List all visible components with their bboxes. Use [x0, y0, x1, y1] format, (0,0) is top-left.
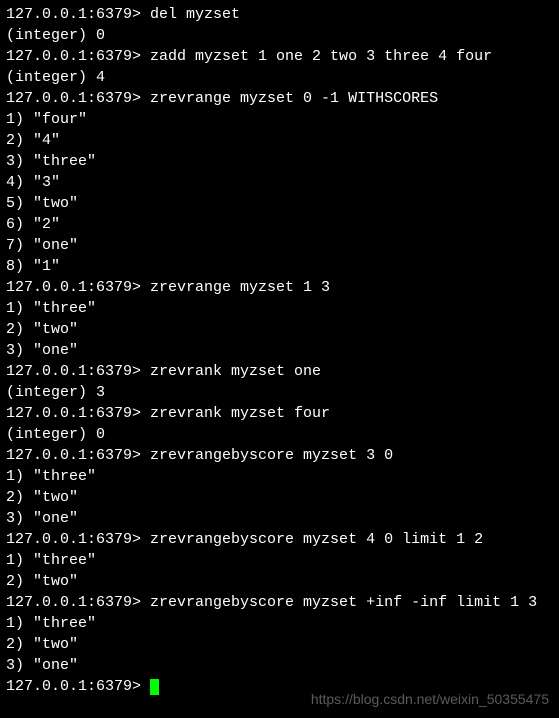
- command-text: del myzset: [150, 6, 240, 23]
- prompt: 127.0.0.1:6379>: [6, 447, 150, 464]
- output-line: (integer) 4: [6, 67, 553, 88]
- command-text: zadd myzset 1 one 2 two 3 three 4 four: [150, 48, 492, 65]
- output-line: 2) "two": [6, 487, 553, 508]
- command-text: zrevrange myzset 0 -1 WITHSCORES: [150, 90, 438, 107]
- output-line: 2) "4": [6, 130, 553, 151]
- active-prompt-line[interactable]: 127.0.0.1:6379>: [6, 676, 553, 697]
- command-text: zrevrank myzset four: [150, 405, 330, 422]
- output-line: 8) "1": [6, 256, 553, 277]
- output-line: 4) "3": [6, 172, 553, 193]
- output-line: 6) "2": [6, 214, 553, 235]
- prompt: 127.0.0.1:6379>: [6, 90, 150, 107]
- output-line: 1) "three": [6, 613, 553, 634]
- command-line: 127.0.0.1:6379> zrevrangebyscore myzset …: [6, 529, 553, 550]
- output-line: (integer) 3: [6, 382, 553, 403]
- output-line: 1) "four": [6, 109, 553, 130]
- command-text: zrevrangebyscore myzset 4 0 limit 1 2: [150, 531, 483, 548]
- command-line: 127.0.0.1:6379> del myzset: [6, 4, 553, 25]
- command-line: 127.0.0.1:6379> zrevrangebyscore myzset …: [6, 445, 553, 466]
- output-line: 2) "two": [6, 634, 553, 655]
- command-line: 127.0.0.1:6379> zrevrangebyscore myzset …: [6, 592, 553, 613]
- output-line: 3) "three": [6, 151, 553, 172]
- prompt: 127.0.0.1:6379>: [6, 363, 150, 380]
- terminal-output[interactable]: 127.0.0.1:6379> del myzset(integer) 0127…: [6, 4, 553, 697]
- command-text: zrevrangebyscore myzset +inf -inf limit …: [150, 594, 537, 611]
- prompt: 127.0.0.1:6379>: [6, 678, 150, 695]
- command-text: zrevrange myzset 1 3: [150, 279, 330, 296]
- output-line: 1) "three": [6, 550, 553, 571]
- command-line: 127.0.0.1:6379> zrevrange myzset 0 -1 WI…: [6, 88, 553, 109]
- output-line: (integer) 0: [6, 424, 553, 445]
- cursor: [150, 679, 159, 695]
- command-text: zrevrank myzset one: [150, 363, 321, 380]
- output-line: 2) "two": [6, 571, 553, 592]
- prompt: 127.0.0.1:6379>: [6, 279, 150, 296]
- command-line: 127.0.0.1:6379> zrevrank myzset one: [6, 361, 553, 382]
- output-line: 1) "three": [6, 298, 553, 319]
- output-line: 3) "one": [6, 508, 553, 529]
- command-line: 127.0.0.1:6379> zrevrange myzset 1 3: [6, 277, 553, 298]
- prompt: 127.0.0.1:6379>: [6, 6, 150, 23]
- output-line: 5) "two": [6, 193, 553, 214]
- output-line: (integer) 0: [6, 25, 553, 46]
- prompt: 127.0.0.1:6379>: [6, 531, 150, 548]
- output-line: 2) "two": [6, 319, 553, 340]
- prompt: 127.0.0.1:6379>: [6, 405, 150, 422]
- command-line: 127.0.0.1:6379> zadd myzset 1 one 2 two …: [6, 46, 553, 67]
- command-text: zrevrangebyscore myzset 3 0: [150, 447, 393, 464]
- output-line: 7) "one": [6, 235, 553, 256]
- output-line: 3) "one": [6, 340, 553, 361]
- output-line: 3) "one": [6, 655, 553, 676]
- output-line: 1) "three": [6, 466, 553, 487]
- prompt: 127.0.0.1:6379>: [6, 594, 150, 611]
- prompt: 127.0.0.1:6379>: [6, 48, 150, 65]
- command-line: 127.0.0.1:6379> zrevrank myzset four: [6, 403, 553, 424]
